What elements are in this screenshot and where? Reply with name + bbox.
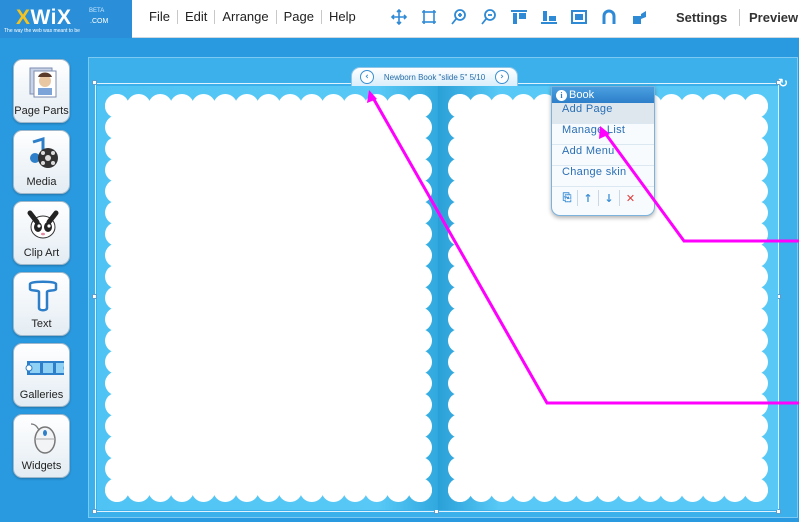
logo-beta: BETA bbox=[89, 8, 105, 14]
book-popup-title: Book bbox=[569, 89, 595, 101]
manage-list-item[interactable]: Manage List bbox=[552, 124, 654, 145]
media-label: Media bbox=[26, 176, 57, 188]
prev-slide-button[interactable]: ‹ bbox=[360, 70, 374, 84]
book-popup: i Book Add Page Manage List Add Menu Cha… bbox=[551, 86, 655, 216]
info-icon: i bbox=[556, 89, 567, 101]
settings-button[interactable]: Settings bbox=[676, 10, 727, 25]
magnet-icon[interactable] bbox=[598, 7, 620, 27]
change-skin-item[interactable]: Change skin bbox=[552, 166, 654, 187]
move-icon[interactable] bbox=[388, 7, 410, 27]
frame-icon[interactable] bbox=[568, 7, 590, 27]
text-icon bbox=[28, 280, 58, 312]
logo-tagline: The way the web was meant to be bbox=[4, 28, 80, 34]
align-top-icon[interactable] bbox=[508, 7, 530, 27]
add-page-item[interactable]: Add Page bbox=[552, 103, 654, 124]
book-page-left[interactable] bbox=[97, 86, 440, 510]
widgets-icon bbox=[30, 423, 56, 454]
menu-page[interactable]: Page bbox=[277, 10, 322, 24]
logo-wordmark: XWiX bbox=[16, 6, 72, 29]
resize-handle[interactable] bbox=[92, 80, 97, 85]
scalloped-paper-left bbox=[105, 94, 432, 502]
page-parts-icon bbox=[29, 67, 57, 98]
add-menu-item[interactable]: Add Menu bbox=[552, 145, 654, 166]
clip-art-icon bbox=[27, 210, 59, 239]
preview-button[interactable]: Preview bbox=[749, 10, 798, 25]
text-button[interactable]: Text bbox=[13, 272, 70, 336]
clip-art-button[interactable]: Clip Art bbox=[13, 201, 70, 265]
slide-title: Newborn Book "slide 5" 5/10 bbox=[383, 72, 486, 82]
copy-icon[interactable]: ⎘ bbox=[557, 190, 578, 206]
clip-art-label: Clip Art bbox=[23, 247, 60, 259]
delete-icon[interactable]: ✕ bbox=[620, 190, 641, 206]
menu-help[interactable]: Help bbox=[322, 10, 363, 24]
media-button[interactable]: Media bbox=[13, 130, 70, 194]
widgets-label: Widgets bbox=[21, 460, 62, 472]
move-up-icon[interactable]: ↑ bbox=[578, 190, 599, 206]
top-menu-bar: XWiX BETA .COM The way the web was meant… bbox=[0, 0, 799, 38]
page-parts-button[interactable]: Page Parts bbox=[13, 59, 70, 123]
galleries-icon bbox=[25, 361, 64, 375]
menu-file[interactable]: File bbox=[142, 10, 178, 24]
paint-icon[interactable] bbox=[628, 7, 650, 27]
wix-logo: XWiX BETA .COM The way the web was meant… bbox=[0, 0, 132, 38]
galleries-label: Galleries bbox=[19, 389, 64, 401]
galleries-button[interactable]: Galleries bbox=[13, 343, 70, 407]
menu-divider bbox=[739, 9, 740, 26]
left-sidebar: Page Parts Media Clip Art Text Galleries… bbox=[13, 59, 73, 485]
media-icon bbox=[30, 136, 58, 168]
book-slide-nav: ‹ Newborn Book "slide 5" 5/10 › bbox=[351, 67, 518, 86]
book-popup-tools: ⎘ ↑ ↓ ✕ bbox=[552, 187, 654, 209]
menu-edit[interactable]: Edit bbox=[178, 10, 216, 24]
toolbar bbox=[388, 7, 658, 27]
logo-com: .COM bbox=[90, 18, 109, 25]
resize-icon[interactable] bbox=[418, 7, 440, 27]
text-label: Text bbox=[31, 318, 52, 330]
rotate-icon[interactable]: ↻ bbox=[778, 77, 790, 89]
main-menu: File Edit Arrange Page Help bbox=[142, 0, 363, 34]
widgets-button[interactable]: Widgets bbox=[13, 414, 70, 478]
wix-editor: XWiX BETA .COM The way the web was meant… bbox=[0, 0, 799, 522]
align-bottom-icon[interactable] bbox=[538, 7, 560, 27]
page-parts-label: Page Parts bbox=[14, 105, 69, 117]
next-slide-button[interactable]: › bbox=[494, 70, 509, 84]
zoom-out-icon[interactable] bbox=[478, 7, 500, 27]
menu-arrange[interactable]: Arrange bbox=[215, 10, 277, 24]
zoom-in-icon[interactable] bbox=[448, 7, 470, 27]
book-popup-header: i Book bbox=[552, 87, 654, 103]
move-down-icon[interactable]: ↓ bbox=[599, 190, 620, 206]
